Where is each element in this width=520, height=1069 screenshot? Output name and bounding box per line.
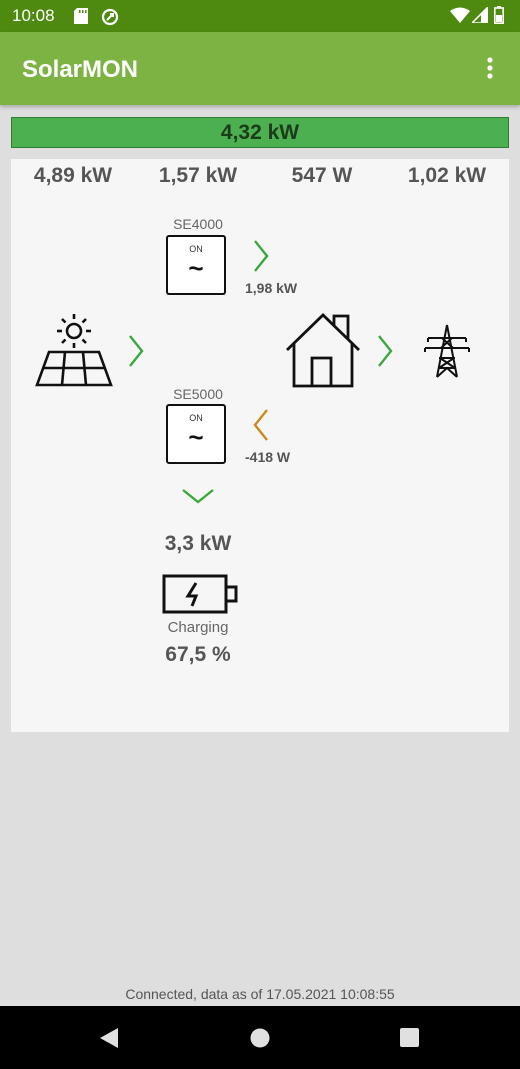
house-arrow-right-icon: [378, 335, 393, 367]
sd-card-icon: [74, 8, 88, 24]
recents-icon[interactable]: [399, 1027, 420, 1048]
battery-level: 67,5 %: [165, 643, 231, 666]
status-time: 10:08: [12, 6, 55, 25]
battery-power: 3,3 kW: [164, 532, 232, 555]
total-power-bar: 4,32 kW: [11, 117, 509, 148]
more-vert-icon[interactable]: [478, 52, 502, 84]
inverter-1-icon[interactable]: ON ~: [166, 235, 226, 295]
app-bar: SolarMON: [0, 32, 520, 105]
inverter-1-name: SE4000: [173, 216, 223, 232]
inverter-1-symbol: ~: [188, 253, 204, 283]
inverter-1-arrow-right-icon: [254, 240, 269, 272]
back-icon[interactable]: [98, 1026, 120, 1050]
inverter-2-symbol: ~: [188, 422, 204, 452]
status-bar: 10:08: [0, 0, 520, 32]
navigation-bar: [0, 1006, 520, 1069]
battery-charging-icon: [162, 574, 238, 614]
home-icon[interactable]: [249, 1027, 271, 1049]
inverter-1-flow: 1,98 kW: [245, 280, 298, 296]
solar-panel-icon: [35, 314, 113, 387]
signal-icon: [472, 7, 488, 23]
stat-grid: 547 W: [291, 164, 353, 187]
inverter-2-flow: -418 W: [245, 449, 291, 465]
inverter-2-name: SE5000: [173, 386, 223, 402]
battery-icon: [494, 6, 504, 24]
app-title: SolarMON: [22, 56, 139, 83]
house-icon: [286, 313, 360, 388]
wifi-icon: [450, 7, 470, 23]
power-tower-icon: [424, 324, 470, 378]
stat-consumption: 1,57 kW: [158, 164, 238, 187]
connection-status: Connected, data as of 17.05.2021 10:08:5…: [125, 986, 395, 1002]
inverter-2-arrow-left-icon: [253, 409, 268, 441]
inverter-2-icon[interactable]: ON ~: [166, 404, 226, 464]
stat-pv-power: 4,89 kW: [33, 164, 113, 187]
stat-battery: 1,02 kW: [407, 164, 487, 187]
battery-arrow-down-icon: [182, 489, 214, 504]
solar-arrow-right-icon: [129, 335, 144, 367]
battery-status: Charging: [167, 619, 229, 636]
sync-icon: [101, 8, 119, 26]
